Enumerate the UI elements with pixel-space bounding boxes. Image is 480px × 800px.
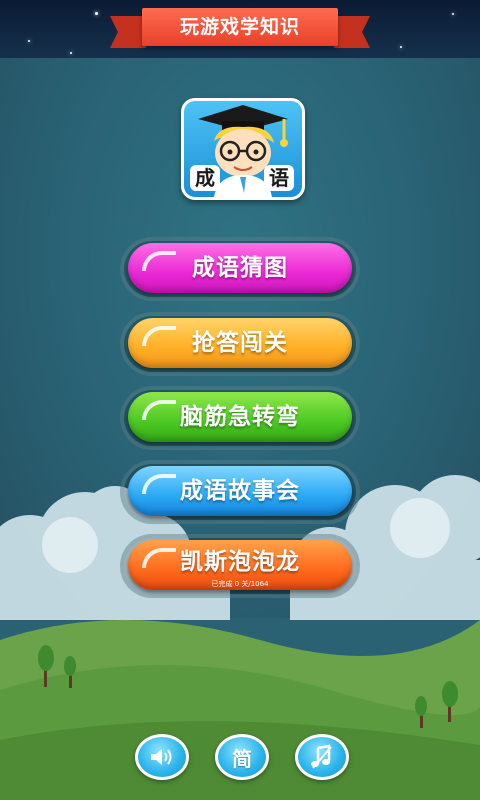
app-logo: 成 语 bbox=[181, 98, 305, 200]
brain-teaser-label: 脑筋急转弯 bbox=[180, 404, 300, 430]
music-note-icon bbox=[311, 744, 332, 769]
brain-teaser-button[interactable]: 脑筋急转弯 bbox=[128, 392, 352, 442]
menu-item-brain-teaser-wrap: 脑筋急转弯 bbox=[120, 386, 360, 450]
menu-item-stories-wrap: 成语故事会 bbox=[120, 460, 360, 524]
bubble-dragon-button[interactable]: 凯斯泡泡龙 已完成 0 关/1064 bbox=[128, 540, 352, 590]
logo-badge-right: 语 bbox=[264, 165, 294, 191]
menu-item-quiz-wrap: 抢答闯关 bbox=[120, 312, 360, 376]
sound-toggle-button[interactable] bbox=[135, 734, 189, 780]
idiom-stories-label: 成语故事会 bbox=[180, 478, 300, 504]
language-label: 简 bbox=[232, 746, 252, 771]
guess-picture-button[interactable]: 成语猜图 bbox=[128, 243, 352, 293]
speaker-icon bbox=[151, 749, 172, 765]
music-toggle-button[interactable] bbox=[295, 734, 349, 780]
menu-item-guess-picture-wrap: 成语猜图 bbox=[120, 237, 360, 301]
bubble-dragon-progress: 已完成 0 关/1064 bbox=[211, 580, 269, 588]
language-toggle-button[interactable]: 简 bbox=[215, 734, 269, 780]
app-screen: 玩游戏学知识 成 语 成语猜图 抢答闯关 脑筋急转弯 成语故事会 凯斯泡泡龙 已… bbox=[0, 0, 480, 800]
menu-item-bubble-dragon-wrap: 凯斯泡泡龙 已完成 0 关/1064 bbox=[120, 534, 360, 598]
guess-picture-label: 成语猜图 bbox=[192, 255, 288, 281]
logo-badge-left: 成 bbox=[190, 165, 220, 191]
quiz-challenge-button[interactable]: 抢答闯关 bbox=[128, 318, 352, 368]
idiom-stories-button[interactable]: 成语故事会 bbox=[128, 466, 352, 516]
quiz-challenge-label: 抢答闯关 bbox=[192, 330, 288, 356]
